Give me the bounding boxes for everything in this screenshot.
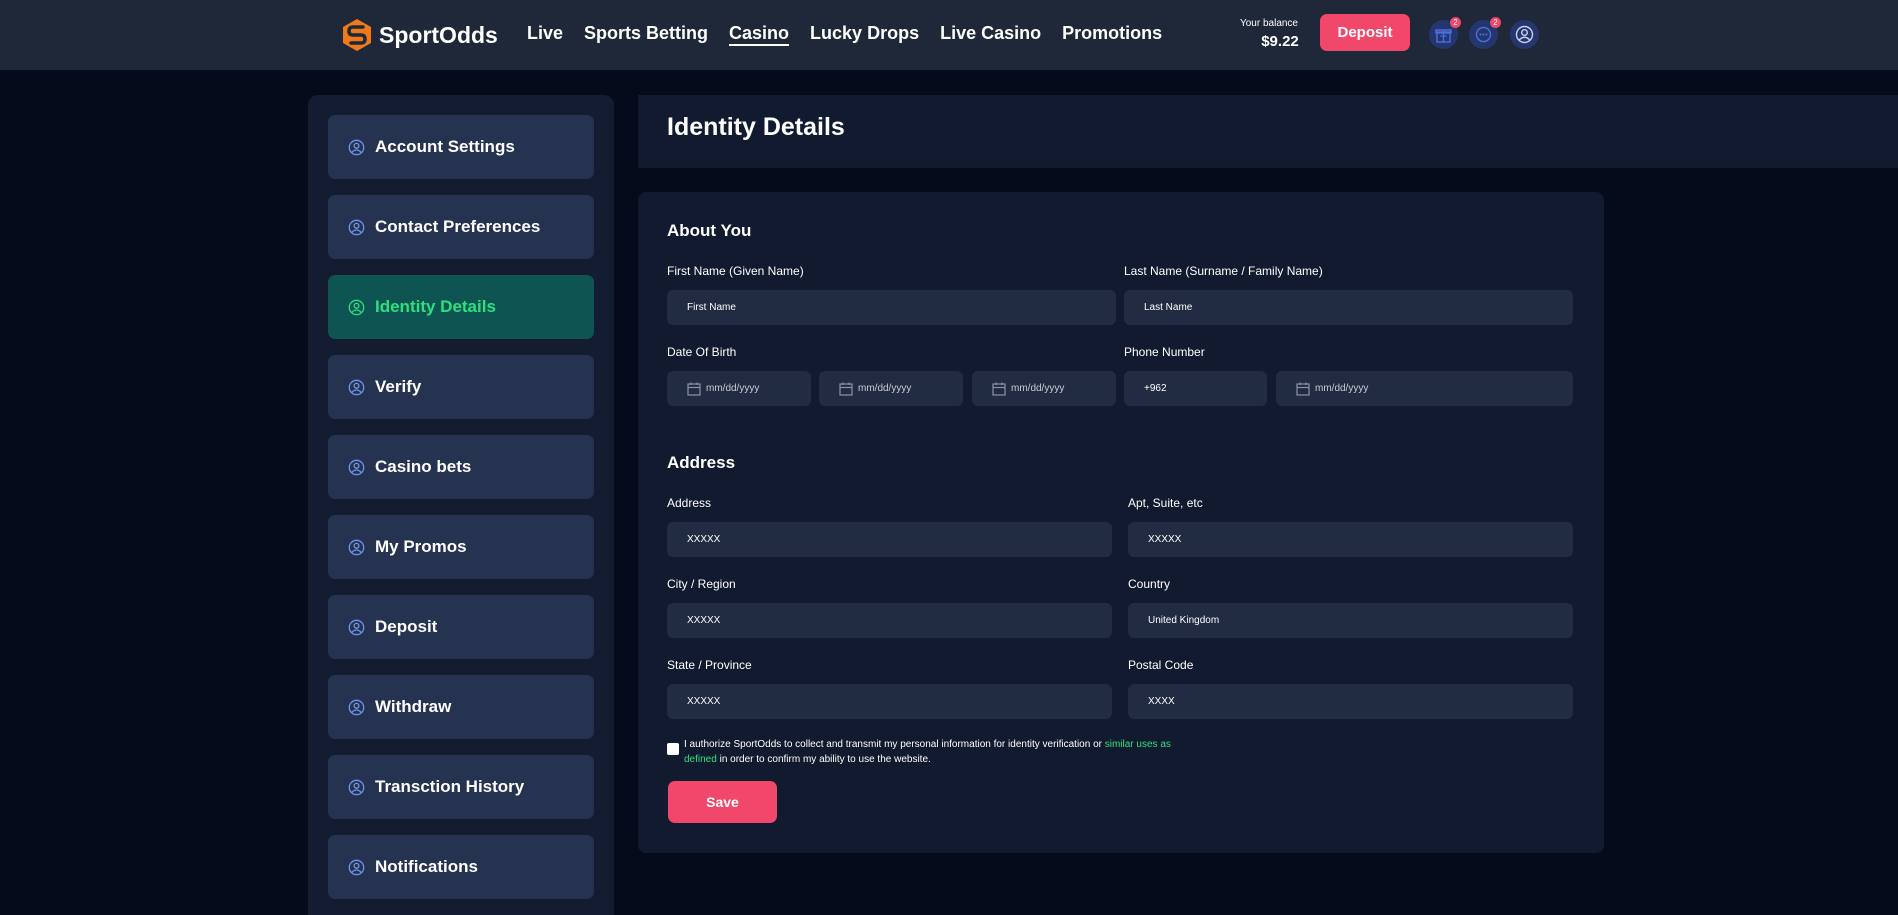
sidebar-item-label: Notifications (375, 857, 478, 876)
sidebar-item-transaction-history[interactable]: Transction History (328, 755, 594, 819)
chat-icon (1475, 26, 1492, 43)
sidebar-item-casino-bets[interactable]: Casino bets (328, 435, 594, 499)
balance-display: Your balance $9.22 (1240, 18, 1301, 50)
profile-button[interactable] (1510, 20, 1539, 49)
gift-badge: 2 (1450, 17, 1461, 28)
calendar-icon (839, 382, 853, 396)
first-name-input[interactable] (667, 290, 1116, 325)
sidebar-item-label: Contact Preferences (375, 217, 541, 236)
consent-checkbox[interactable] (667, 743, 679, 755)
consent-row: I authorize SportOdds to collect and tra… (667, 737, 1174, 767)
deposit-button[interactable]: Deposit (1320, 14, 1410, 51)
chat-button[interactable]: 2 (1469, 17, 1501, 49)
consent-text: I authorize SportOdds to collect and tra… (684, 737, 1174, 767)
sidebar-item-contact-preferences[interactable]: Contact Preferences (328, 195, 594, 259)
address-section-title: Address (667, 453, 736, 472)
sidebar-item-account-settings[interactable]: Account Settings (328, 115, 594, 179)
nav-lucky-drops[interactable]: Lucky Drops (810, 23, 919, 44)
user-icon (348, 379, 365, 395)
nav-live[interactable]: Live (527, 23, 563, 44)
user-icon (348, 859, 365, 875)
apt-input[interactable] (1128, 522, 1573, 557)
user-icon (1515, 25, 1534, 44)
sidebar-item-label: Account Settings (375, 137, 515, 156)
consent-text-before: I authorize SportOdds to collect and tra… (684, 739, 1105, 750)
identity-form-card: About You First Name (Given Name) Last N… (638, 192, 1604, 853)
about-section-title: About You (667, 221, 752, 240)
city-input[interactable] (667, 603, 1112, 638)
user-icon (348, 219, 365, 235)
sidebar-item-label: Transction History (375, 777, 525, 796)
main-nav: Live Sports Betting Casino Lucky Drops L… (527, 23, 1183, 44)
sidebar-item-label: Identity Details (375, 297, 496, 316)
apt-label: Apt, Suite, etc (1128, 496, 1203, 510)
sidebar-item-label: Withdraw (375, 697, 452, 716)
balance-label: Your balance (1239, 18, 1298, 29)
nav-casino[interactable]: Casino (729, 23, 789, 44)
gift-button[interactable]: 2 (1429, 17, 1461, 49)
address-input[interactable] (667, 522, 1112, 557)
dob-month-input[interactable]: mm/dd/yyyy (667, 371, 811, 406)
save-button[interactable]: Save (668, 781, 777, 823)
nav-live-casino[interactable]: Live Casino (940, 23, 1041, 44)
sidebar-item-deposit[interactable]: Deposit (328, 595, 594, 659)
date-placeholder: mm/dd/yyyy (858, 383, 912, 394)
last-name-input[interactable] (1124, 290, 1573, 325)
phone-label: Phone Number (1124, 345, 1205, 359)
sidebar-item-my-promos[interactable]: My Promos (328, 515, 594, 579)
date-placeholder: mm/dd/yyyy (1315, 383, 1369, 394)
logo-mark-icon (343, 19, 371, 51)
sidebar-item-label: My Promos (375, 537, 467, 556)
user-icon (348, 699, 365, 715)
sidebar-item-notifications[interactable]: Notifications (328, 835, 594, 899)
user-icon (348, 779, 365, 795)
user-icon (348, 459, 365, 475)
address-label: Address (667, 496, 712, 510)
user-icon (348, 619, 365, 635)
sidebar-item-verify[interactable]: Verify (328, 355, 594, 419)
account-sidebar: Account Settings Contact Preferences Ide… (308, 95, 614, 915)
sidebar-item-label: Verify (375, 377, 422, 396)
last-name-label: Last Name (Surname / Family Name) (1124, 264, 1323, 278)
page-title-panel: Identity Details (638, 95, 1898, 168)
phone-number-input[interactable]: mm/dd/yyyy (1276, 371, 1573, 406)
city-label: City / Region (667, 577, 736, 591)
brand-logo[interactable]: SportOdds (342, 18, 498, 52)
postal-code-input[interactable] (1128, 684, 1573, 719)
balance-value: $9.22 (1261, 33, 1299, 50)
top-navigation-bar: SportOdds Live Sports Betting Casino Luc… (0, 0, 1898, 70)
sidebar-item-identity-details[interactable]: Identity Details (328, 275, 594, 339)
page-title: Identity Details (667, 113, 845, 141)
user-icon (348, 539, 365, 555)
phone-code-input[interactable] (1124, 371, 1267, 406)
dob-year-input[interactable]: mm/dd/yyyy (972, 371, 1116, 406)
chat-badge: 2 (1490, 17, 1501, 28)
date-placeholder: mm/dd/yyyy (706, 383, 760, 394)
nav-promotions[interactable]: Promotions (1062, 23, 1162, 44)
dob-day-input[interactable]: mm/dd/yyyy (819, 371, 963, 406)
country-select[interactable] (1128, 603, 1573, 638)
sidebar-item-label: Deposit (375, 617, 438, 636)
date-placeholder: mm/dd/yyyy (1011, 383, 1065, 394)
gift-icon (1435, 29, 1452, 43)
state-input[interactable] (667, 684, 1112, 719)
sidebar-item-withdraw[interactable]: Withdraw (328, 675, 594, 739)
calendar-icon (687, 382, 701, 396)
consent-text-after: in order to confirm my ability to use th… (716, 754, 931, 765)
first-name-label: First Name (Given Name) (667, 264, 804, 278)
brand-name: SportOdds (379, 21, 498, 48)
calendar-icon (992, 382, 1006, 396)
dob-label: Date Of Birth (667, 345, 737, 359)
nav-sports-betting[interactable]: Sports Betting (584, 23, 708, 44)
country-label: Country (1128, 577, 1171, 591)
sidebar-item-label: Casino bets (375, 457, 472, 476)
postal-code-label: Postal Code (1128, 658, 1194, 672)
user-icon (348, 139, 365, 155)
calendar-icon (1296, 382, 1310, 396)
state-label: State / Province (667, 658, 752, 672)
user-icon (348, 299, 365, 315)
